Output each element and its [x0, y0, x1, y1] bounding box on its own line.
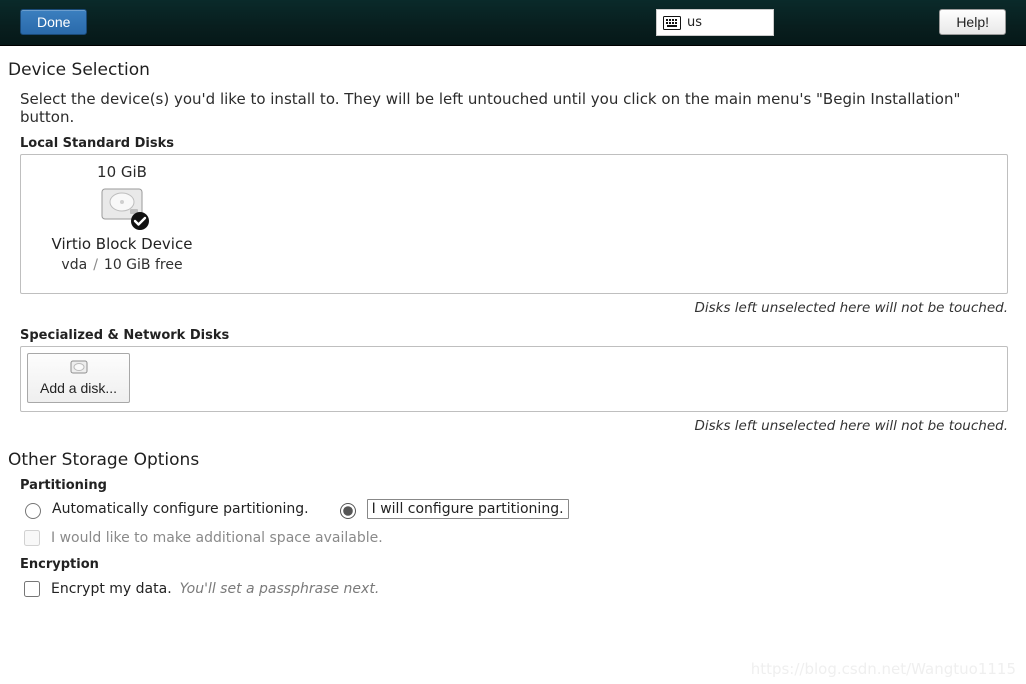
encrypt-label: Encrypt my data.: [51, 581, 172, 597]
add-disk-button[interactable]: Add a disk...: [27, 353, 130, 403]
content-area: Device Selection Select the device(s) yo…: [0, 46, 1026, 684]
local-disks-note: Disks left unselected here will not be t…: [8, 300, 1008, 316]
done-button[interactable]: Done: [20, 9, 87, 35]
watermark: https://blog.csdn.net/Wangtuo1115: [751, 660, 1016, 678]
auto-partition-radio[interactable]: [25, 503, 41, 519]
keyboard-layout-label: us: [687, 15, 702, 30]
other-storage-title: Other Storage Options: [8, 450, 1018, 470]
disk-size: 10 GiB: [37, 163, 207, 181]
help-button[interactable]: Help!: [939, 9, 1006, 35]
top-bar: Done us Help!: [0, 0, 1026, 46]
network-disks-note: Disks left unselected here will not be t…: [8, 418, 1008, 434]
reclaim-row: I would like to make additional space av…: [20, 527, 1018, 549]
page-title: Device Selection: [8, 60, 1018, 80]
keyboard-layout-selector[interactable]: us: [656, 9, 774, 36]
network-disks-heading: Specialized & Network Disks: [20, 328, 1018, 343]
check-icon: [130, 211, 150, 231]
reclaim-space-checkbox[interactable]: [24, 530, 40, 546]
local-disks-heading: Local Standard Disks: [20, 136, 1018, 151]
disk-plus-icon: [70, 360, 88, 376]
partitioning-heading: Partitioning: [20, 478, 1018, 493]
disk-icon: [100, 187, 144, 225]
add-disk-label: Add a disk...: [40, 380, 117, 396]
network-disks-box: Add a disk...: [20, 346, 1008, 412]
encryption-row: Encrypt my data. You'll set a passphrase…: [20, 578, 1018, 600]
keyboard-icon: [663, 16, 681, 30]
disk-subtext: vda/10 GiB free: [37, 257, 207, 273]
auto-partition-label: Automatically configure partitioning.: [52, 501, 309, 517]
disk-item[interactable]: 10 GiB Virtio Block Device vda/10 GiB: [37, 163, 207, 273]
encrypt-hint: You'll set a passphrase next.: [180, 581, 380, 597]
disk-name: Virtio Block Device: [37, 235, 207, 253]
encryption-heading: Encryption: [20, 557, 1018, 572]
manual-partition-radio[interactable]: [340, 503, 356, 519]
encrypt-checkbox[interactable]: [24, 581, 40, 597]
manual-partition-label: I will configure partitioning.: [367, 499, 569, 519]
page-description: Select the device(s) you'd like to insta…: [20, 90, 1018, 126]
partitioning-row: Automatically configure partitioning. I …: [20, 499, 1018, 519]
reclaim-space-label: I would like to make additional space av…: [51, 530, 383, 546]
local-disks-box: 10 GiB Virtio Block Device vda/10 GiB: [20, 154, 1008, 294]
